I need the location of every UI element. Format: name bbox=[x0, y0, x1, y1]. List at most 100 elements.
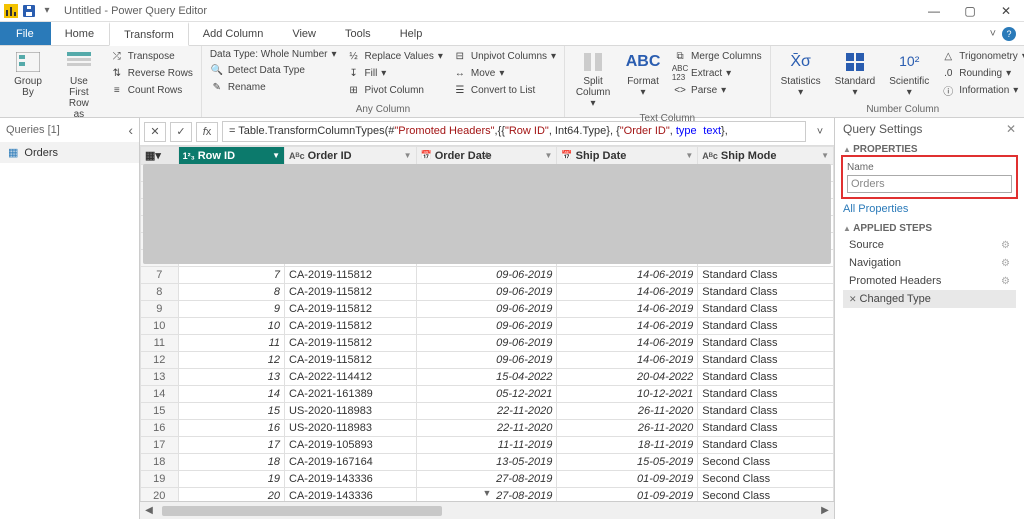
cell-ship-mode[interactable]: Standard Class bbox=[698, 403, 834, 420]
cell-ship-mode[interactable]: Standard Class bbox=[698, 369, 834, 386]
cell-order-date[interactable]: 09-06-2019 bbox=[416, 284, 557, 301]
cell-order-date[interactable]: 11-11-2019 bbox=[416, 437, 557, 454]
formula-text[interactable]: = Table.TransformColumnTypes(#"Promoted … bbox=[222, 121, 806, 142]
table-row[interactable]: 18 18 CA-2019-167164 13-05-2019 15-05-20… bbox=[141, 454, 834, 471]
delete-step-icon[interactable]: ✕ bbox=[849, 294, 857, 304]
cell-ship-mode[interactable]: Standard Class bbox=[698, 437, 834, 454]
row-number[interactable]: 12 bbox=[141, 352, 179, 369]
cell-order-date[interactable]: 22-11-2020 bbox=[416, 403, 557, 420]
cell-ship-mode[interactable]: Standard Class bbox=[698, 318, 834, 335]
maximize-button[interactable]: ▢ bbox=[952, 0, 988, 22]
table-row[interactable]: 12 12 CA-2019-115812 09-06-2019 14-06-20… bbox=[141, 352, 834, 369]
move-button[interactable]: ↔Move ▾ bbox=[451, 65, 558, 81]
cell-row-id[interactable]: 17 bbox=[178, 437, 284, 454]
extract-button[interactable]: ABC123Extract ▾ bbox=[671, 65, 764, 81]
step-source[interactable]: Source⚙ bbox=[843, 236, 1016, 254]
cell-order-id[interactable]: CA-2019-167164 bbox=[285, 454, 417, 471]
split-column-button[interactable]: Split Column ▾ bbox=[571, 48, 615, 111]
scroll-left-icon[interactable]: ◀ bbox=[140, 505, 158, 516]
cell-row-id[interactable]: 16 bbox=[178, 420, 284, 437]
fill-button[interactable]: ↧Fill ▾ bbox=[345, 65, 445, 81]
table-row[interactable]: 9 9 CA-2019-115812 09-06-2019 14-06-2019… bbox=[141, 301, 834, 318]
row-number[interactable]: 18 bbox=[141, 454, 179, 471]
data-type-button[interactable]: Data Type: Whole Number ▾ bbox=[208, 48, 339, 61]
query-name-input[interactable] bbox=[847, 175, 1012, 193]
cell-order-date[interactable]: 09-06-2019 bbox=[416, 318, 557, 335]
row-number[interactable]: 7 bbox=[141, 267, 179, 284]
table-row[interactable]: 7 7 CA-2019-115812 09-06-2019 14-06-2019… bbox=[141, 267, 834, 284]
fx-button[interactable]: fx bbox=[196, 122, 218, 142]
tab-help[interactable]: Help bbox=[386, 22, 438, 45]
row-number[interactable]: 15 bbox=[141, 403, 179, 420]
table-row[interactable]: 16 16 US-2020-118983 22-11-2020 26-11-20… bbox=[141, 420, 834, 437]
save-icon[interactable] bbox=[22, 4, 36, 18]
cell-ship-date[interactable]: 14-06-2019 bbox=[557, 267, 698, 284]
cell-row-id[interactable]: 9 bbox=[178, 301, 284, 318]
step-promoted-headers[interactable]: Promoted Headers⚙ bbox=[843, 272, 1016, 290]
cell-order-id[interactable]: CA-2019-115812 bbox=[285, 352, 417, 369]
cell-order-id[interactable]: CA-2021-161389 bbox=[285, 386, 417, 403]
row-number[interactable]: 16 bbox=[141, 420, 179, 437]
table-row[interactable]: 13 13 CA-2022-114412 15-04-2022 20-04-20… bbox=[141, 369, 834, 386]
scroll-thumb[interactable] bbox=[143, 164, 831, 264]
scientific-button[interactable]: 10²Scientific ▾ bbox=[885, 48, 933, 100]
tab-home[interactable]: Home bbox=[51, 22, 109, 45]
accept-formula-button[interactable]: ✓ bbox=[170, 122, 192, 142]
cell-order-date[interactable]: 09-06-2019 bbox=[416, 335, 557, 352]
pivot-button[interactable]: ⊞Pivot Column bbox=[345, 82, 445, 98]
expand-formula-icon[interactable]: ˅ bbox=[810, 126, 830, 138]
cell-ship-mode[interactable]: Standard Class bbox=[698, 267, 834, 284]
cell-order-date[interactable]: 05-12-2021 bbox=[416, 386, 557, 403]
cell-ship-date[interactable]: 14-06-2019 bbox=[557, 352, 698, 369]
cell-ship-date[interactable]: 15-05-2019 bbox=[557, 454, 698, 471]
tab-tools[interactable]: Tools bbox=[331, 22, 386, 45]
minimize-button[interactable]: — bbox=[916, 0, 952, 22]
cell-ship-date[interactable]: 14-06-2019 bbox=[557, 318, 698, 335]
qat-dropdown-icon[interactable]: ▾ bbox=[40, 4, 54, 18]
query-item-orders[interactable]: ▦ Orders bbox=[0, 142, 139, 163]
cell-order-id[interactable]: CA-2019-115812 bbox=[285, 335, 417, 352]
close-settings-icon[interactable]: ✕ bbox=[1006, 122, 1016, 136]
cell-ship-date[interactable]: 18-11-2019 bbox=[557, 437, 698, 454]
format-button[interactable]: ABCFormat ▾ bbox=[621, 48, 665, 100]
trig-button[interactable]: △Trigonometry ▾ bbox=[939, 48, 1024, 64]
cell-ship-mode[interactable]: Standard Class bbox=[698, 335, 834, 352]
cell-row-id[interactable]: 13 bbox=[178, 369, 284, 386]
row-number[interactable]: 8 bbox=[141, 284, 179, 301]
cell-order-id[interactable]: US-2020-118983 bbox=[285, 420, 417, 437]
scroll-up-icon[interactable]: ▲ bbox=[140, 146, 834, 162]
statistics-button[interactable]: X̄σStatistics ▾ bbox=[777, 48, 825, 100]
unpivot-button[interactable]: ⊟Unpivot Columns ▾ bbox=[451, 48, 558, 64]
row-number[interactable]: 11 bbox=[141, 335, 179, 352]
collapse-queries-icon[interactable]: ‹ bbox=[128, 122, 133, 138]
merge-columns-button[interactable]: ⧉Merge Columns bbox=[671, 48, 764, 64]
cell-order-id[interactable]: CA-2019-115812 bbox=[285, 301, 417, 318]
transpose-button[interactable]: ⤮Transpose bbox=[108, 48, 195, 64]
table-row[interactable]: 10 10 CA-2019-115812 09-06-2019 14-06-20… bbox=[141, 318, 834, 335]
cell-ship-mode[interactable]: Standard Class bbox=[698, 301, 834, 318]
cell-order-id[interactable]: CA-2019-105893 bbox=[285, 437, 417, 454]
hscroll-thumb[interactable] bbox=[162, 506, 442, 516]
cell-ship-mode[interactable]: Standard Class bbox=[698, 352, 834, 369]
tab-add-column[interactable]: Add Column bbox=[189, 22, 279, 45]
cell-ship-mode[interactable]: Standard Class bbox=[698, 386, 834, 403]
gear-icon[interactable]: ⚙ bbox=[1001, 240, 1010, 251]
cell-ship-date[interactable]: 10-12-2021 bbox=[557, 386, 698, 403]
cell-ship-mode[interactable]: Standard Class bbox=[698, 284, 834, 301]
table-row[interactable]: 11 11 CA-2019-115812 09-06-2019 14-06-20… bbox=[141, 335, 834, 352]
row-number[interactable]: 9 bbox=[141, 301, 179, 318]
cell-row-id[interactable]: 18 bbox=[178, 454, 284, 471]
collapse-ribbon-icon[interactable]: ˅ bbox=[990, 28, 996, 40]
step-navigation[interactable]: Navigation⚙ bbox=[843, 254, 1016, 272]
step-changed-type[interactable]: ✕Changed Type bbox=[843, 290, 1016, 308]
applied-steps-title[interactable]: APPLIED STEPS bbox=[843, 223, 1016, 236]
table-row[interactable]: 17 17 CA-2019-105893 11-11-2019 18-11-20… bbox=[141, 437, 834, 454]
cell-order-date[interactable]: 09-06-2019 bbox=[416, 267, 557, 284]
scroll-down-icon[interactable]: ▼ bbox=[140, 485, 834, 501]
information-button[interactable]: ⓘInformation ▾ bbox=[939, 82, 1024, 98]
cell-order-id[interactable]: CA-2019-115812 bbox=[285, 318, 417, 335]
convert-list-button[interactable]: ☰Convert to List bbox=[451, 82, 558, 98]
cell-row-id[interactable]: 14 bbox=[178, 386, 284, 403]
all-properties-link[interactable]: All Properties bbox=[843, 203, 1016, 215]
cell-order-id[interactable]: US-2020-118983 bbox=[285, 403, 417, 420]
